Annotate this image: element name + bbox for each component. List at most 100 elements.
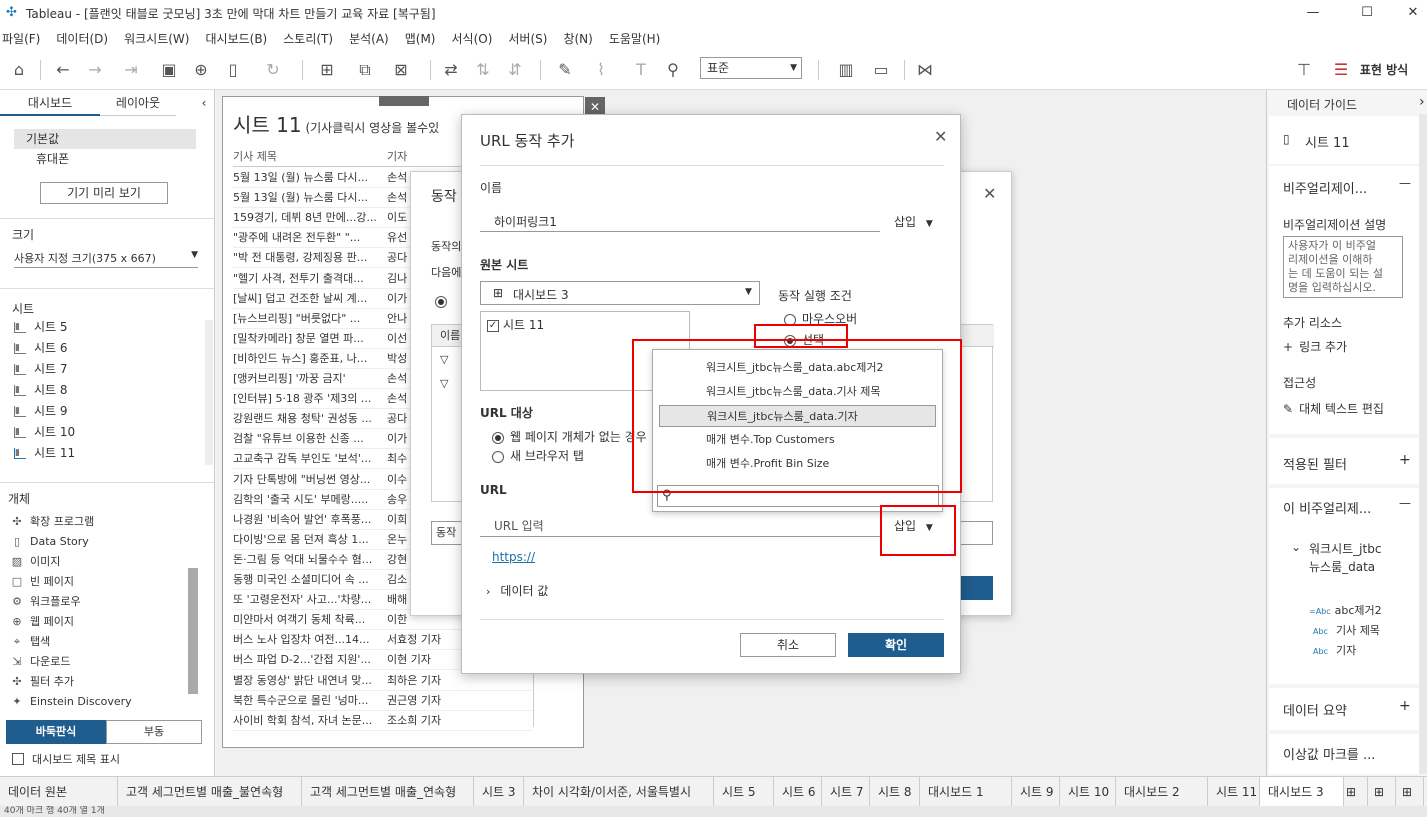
object-blank[interactable]: □ 빈 페이지 xyxy=(10,572,74,592)
object-navigation[interactable]: ⌖ 탭색 xyxy=(10,632,50,652)
sheet-list-scrollbar[interactable] xyxy=(205,320,213,465)
minimize-button[interactable]: — xyxy=(1290,0,1336,26)
target-newtab-radio[interactable]: 새 브라우저 탭 xyxy=(492,447,584,464)
redo-icon[interactable]: → xyxy=(84,59,106,81)
sort-desc-icon[interactable]: ⇵ xyxy=(504,59,526,81)
presentation-icon[interactable]: ▭ xyxy=(870,59,892,81)
object-data-story[interactable]: ▯ Data Story xyxy=(10,532,89,552)
sheet-item[interactable]: ▮ 시트 9 xyxy=(14,401,68,421)
tab-5[interactable]: 시트 5 xyxy=(714,777,774,807)
table-row[interactable]: 사이비 학회 참석, 자녀 논문... 조소희 기자 xyxy=(233,710,533,731)
tab-8[interactable]: 시트 8 xyxy=(870,777,920,807)
sheet-item[interactable]: ▮ 시트 5 xyxy=(14,320,68,337)
tab-6[interactable]: 시트 6 xyxy=(774,777,822,807)
view-size-select[interactable]: 표준 ▼ xyxy=(700,57,802,79)
menu-server[interactable]: 서버(S) xyxy=(508,30,547,47)
sheet-item[interactable]: ▮ 시트 10 xyxy=(14,422,75,442)
url-preview-link[interactable]: https:// xyxy=(492,550,535,564)
duplicate-icon[interactable]: ⧉ xyxy=(354,59,376,81)
tab-10[interactable]: 시트 9 xyxy=(1012,777,1060,807)
collapse-icon[interactable]: — xyxy=(1399,176,1411,190)
tiled-button[interactable]: 바둑판식 xyxy=(6,720,106,744)
size-select[interactable]: 사용자 지정 크기(375 x 667) ▼ xyxy=(14,250,198,268)
tab-9[interactable]: 대시보드 1 xyxy=(920,777,1012,807)
url-input[interactable]: URL 입력 xyxy=(494,517,544,534)
show-me-button[interactable]: 표현 방식 xyxy=(1354,59,1414,81)
tab-4[interactable]: 차이 시각화/이서준, 서울특별시 xyxy=(524,777,714,807)
expand-icon[interactable]: + xyxy=(1399,452,1411,468)
viz-desc-textarea[interactable]: 사용자가 이 비주얼 리제이션을 이해하 는 데 도움이 되는 설 명을 입력하… xyxy=(1283,236,1403,298)
tab-0[interactable]: 데이터 원본 xyxy=(0,777,118,807)
sort-asc-icon[interactable]: ⇅ xyxy=(472,59,494,81)
device-preview-button[interactable]: 기기 미리 보기 xyxy=(40,182,168,204)
label-icon[interactable]: T xyxy=(630,59,652,81)
data-values-toggle[interactable]: › 데이터 값 xyxy=(486,582,548,599)
tab-1[interactable]: 고객 세그먼트별 매출_불연속형 xyxy=(118,777,302,807)
maximize-button[interactable]: ☐ xyxy=(1344,0,1390,26)
menu-help[interactable]: 도움말(H) xyxy=(609,30,661,47)
pin-icon[interactable]: ⚲ xyxy=(662,59,684,81)
object-image[interactable]: ▨ 이미지 xyxy=(10,552,61,572)
menu-data[interactable]: 데이터(D) xyxy=(56,30,108,47)
ok-button[interactable]: 확인 xyxy=(848,633,944,657)
tab-2[interactable]: 고객 세그먼트별 매출_연속형 xyxy=(302,777,474,807)
sheet-item[interactable]: ▮ 시트 11 xyxy=(14,443,75,463)
replay-icon[interactable]: ⇥ xyxy=(116,59,146,81)
tab-14[interactable]: 대시보드 3 xyxy=(1260,777,1344,807)
tab-12[interactable]: 대시보드 2 xyxy=(1116,777,1208,807)
pause-updates-icon[interactable]: ▯ xyxy=(222,59,244,81)
chevron-down-icon[interactable]: ⌄ xyxy=(1291,540,1301,554)
object-add-filter[interactable]: ✣ 필터 추가 xyxy=(10,672,74,692)
collapse-icon[interactable]: — xyxy=(1399,496,1411,510)
sheet-item[interactable]: ▮ 시트 7 xyxy=(14,359,68,379)
tab-3[interactable]: 시트 3 xyxy=(474,777,524,807)
menu-window[interactable]: 창(N) xyxy=(563,30,592,47)
alt-text-button[interactable]: ✎ 대체 텍스트 편집 xyxy=(1283,400,1384,417)
object-webpage[interactable]: ⊕ 웹 페이지 xyxy=(10,612,74,632)
show-title-checkbox[interactable] xyxy=(12,753,24,765)
field-item[interactable]: Abc 기사 제목 xyxy=(1313,622,1380,638)
tab-layout[interactable]: 레이아웃 xyxy=(100,90,176,116)
sheet-item[interactable]: ▮ 시트 6 xyxy=(14,338,68,358)
field-item[interactable]: Abc 기자 xyxy=(1313,642,1356,658)
close-icon[interactable]: ✕ xyxy=(934,127,947,146)
highlight-icon[interactable]: ✎ xyxy=(550,59,580,81)
right-scrollbar[interactable] xyxy=(1419,114,1427,774)
tab-13[interactable]: 시트 11 xyxy=(1208,777,1260,807)
object-download[interactable]: ⇲ 다운로드 xyxy=(10,652,70,672)
field-item[interactable]: =Abc abc제거2 xyxy=(1309,602,1382,618)
object-workflow[interactable]: ⚙ 워크플로우 xyxy=(10,592,81,612)
new-worksheet-tab-icon[interactable]: ⊞ xyxy=(1342,777,1368,807)
collapse-icon[interactable]: ‹ xyxy=(196,90,212,116)
tab-11[interactable]: 시트 10 xyxy=(1060,777,1116,807)
device-phone[interactable]: 휴대폰 xyxy=(36,150,69,168)
object-einstein[interactable]: ✦ Einstein Discovery xyxy=(10,692,131,712)
target-webobject-radio[interactable]: 웹 페이지 개체가 없는 경우 xyxy=(492,428,647,445)
add-link-button[interactable]: + 링크 추가 xyxy=(1283,338,1347,355)
close-panel-icon[interactable]: › xyxy=(1419,94,1425,110)
new-datasource-icon[interactable]: ⊕ xyxy=(190,59,212,81)
menu-dashboard[interactable]: 대시보드(B) xyxy=(205,30,267,47)
swap-icon[interactable]: ⇄ xyxy=(440,59,462,81)
actions-ok-button[interactable] xyxy=(961,576,993,600)
show-cards-icon[interactable]: ▥ xyxy=(828,59,864,81)
table-row[interactable]: 북한 특수군으로 몰린 '넝마... 권근영 기자 xyxy=(233,690,533,711)
sheet-item[interactable]: ▮ 시트 8 xyxy=(14,380,68,400)
group-icon[interactable]: ⌇ xyxy=(590,59,612,81)
menu-analysis[interactable]: 분석(A) xyxy=(349,30,389,47)
tab-dashboard[interactable]: 대시보드 xyxy=(0,90,100,116)
floating-button[interactable]: 부동 xyxy=(106,720,202,744)
new-worksheet-icon[interactable]: ⊞ xyxy=(312,59,342,81)
menu-file[interactable]: 파일(F) xyxy=(2,30,40,47)
source-select[interactable]: ⊞ 대시보드 3 ▼ xyxy=(480,281,760,305)
refresh-icon[interactable]: ↻ xyxy=(258,59,288,81)
actions-radio[interactable] xyxy=(435,294,453,308)
home-icon[interactable]: ⌂ xyxy=(8,59,30,81)
expand-icon[interactable]: + xyxy=(1399,698,1411,714)
name-input[interactable]: 하이퍼링크1 xyxy=(494,213,557,230)
close-icon[interactable]: ✕ xyxy=(983,184,996,203)
close-window-button[interactable]: ✕ xyxy=(1390,0,1427,26)
objects-scrollbar[interactable] xyxy=(188,568,198,694)
save-icon[interactable]: ▣ xyxy=(158,59,180,81)
undo-icon[interactable]: ← xyxy=(52,59,74,81)
